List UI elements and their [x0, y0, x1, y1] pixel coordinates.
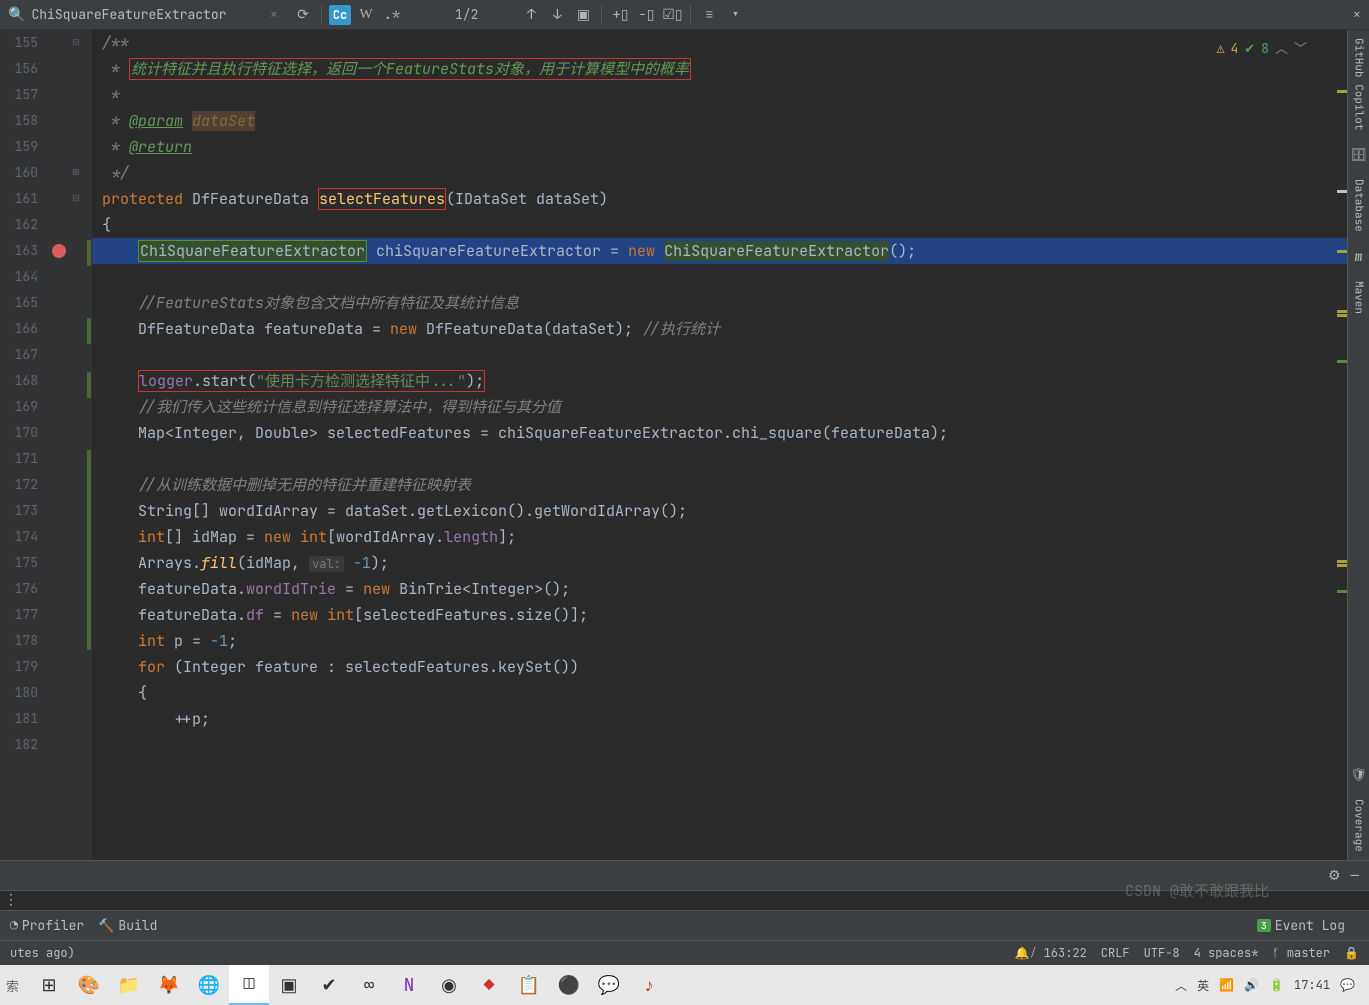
maven-icon[interactable]: m — [1355, 248, 1363, 265]
code-editor[interactable]: ⚠4 ✔8 ︿ ﹀ /** * 统计特征并且执行特征选择，返回一个Feature… — [92, 30, 1347, 860]
right-toolwindow-bar: GitHub Copilot 🗄 Database m Maven 🛡 Cove… — [1347, 30, 1369, 860]
app-wechat[interactable]: 💬 — [589, 965, 629, 1005]
status-left: utes ago) — [10, 945, 75, 961]
bottom-tool-header: ⚙ — — [0, 860, 1369, 890]
event-log-button[interactable]: 3Event Log — [1257, 917, 1345, 934]
taskbar-clock[interactable]: 17:41 — [1294, 978, 1330, 992]
notification-icon[interactable]: 💬 — [1340, 977, 1355, 993]
app-chrome[interactable]: ◉ — [429, 965, 469, 1005]
next-match-icon[interactable]: ↓ — [544, 3, 570, 27]
select-all-icon[interactable]: ▣ — [570, 3, 596, 27]
sidebar-item-database[interactable]: Database — [1352, 171, 1366, 240]
chevron-up-icon[interactable]: ︿ — [1275, 36, 1288, 62]
add-selection-icon[interactable]: +▯ — [607, 3, 633, 27]
gear-icon[interactable]: ⚙ — [1328, 867, 1341, 885]
battery-icon[interactable]: 🔋 — [1269, 977, 1284, 993]
error-stripe[interactable] — [1333, 30, 1347, 860]
show-options-icon[interactable]: ≡ — [696, 3, 722, 27]
words-toggle[interactable]: W — [353, 3, 379, 27]
wifi-icon[interactable]: 📶 — [1219, 977, 1234, 993]
app-netease[interactable]: ♪ — [629, 965, 669, 1005]
cursor-position[interactable]: 163:22 — [1044, 945, 1087, 961]
find-in-file[interactable]: 🔍 ChiSquareFeatureExtractor × — [0, 0, 290, 29]
ime-indicator[interactable]: 英 — [1197, 977, 1209, 994]
app-todo[interactable]: ✔ — [309, 965, 349, 1005]
match-case[interactable]: Cc — [327, 3, 353, 27]
task-view-icon[interactable]: ⊞ — [29, 965, 69, 1005]
app-copilot[interactable]: ∞ — [349, 965, 389, 1005]
search-query: ChiSquareFeatureExtractor — [31, 6, 226, 23]
app-explorer[interactable]: 📁 — [109, 965, 149, 1005]
line-gutter: 1551561571581591601611621631641651661671… — [0, 30, 48, 860]
app-terminal[interactable]: ▣ — [269, 965, 309, 1005]
git-branch[interactable]: ᚶ master — [1272, 945, 1330, 961]
filter-icon[interactable]: ▾ — [722, 3, 748, 27]
app-notepad[interactable]: 📋 — [509, 965, 549, 1005]
chevron-down-icon[interactable]: ﹀ — [1294, 36, 1307, 62]
app-onenote[interactable]: N — [389, 965, 429, 1005]
file-encoding[interactable]: UTF-8 — [1144, 945, 1180, 961]
editor-main: 1551561571581591601611621631641651661671… — [0, 30, 1369, 860]
hammer-icon: 🔨 — [98, 917, 114, 934]
regex-toggle[interactable]: .* — [379, 3, 405, 27]
coverage-icon[interactable]: 🛡 — [1350, 766, 1367, 783]
volume-icon[interactable]: 🔊 — [1244, 977, 1259, 993]
profiler-button[interactable]: ◔Profiler — [10, 917, 84, 934]
app-intellij[interactable]: ◫ — [229, 965, 269, 1005]
match-count: 1/2 — [455, 6, 478, 23]
app-red[interactable]: ◆ — [469, 965, 509, 1005]
minimize-icon[interactable]: — — [1351, 867, 1359, 885]
bottom-toolwindow-bar: ◔Profiler 🔨Build 3Event Log — [0, 910, 1369, 940]
inspection-widget[interactable]: ⚠4 ✔8 ︿ ﹀ — [1217, 36, 1307, 62]
fold-gutter[interactable]: ⊟ ⊞ ⊟ — [70, 30, 86, 860]
indent-setting[interactable]: 4 spaces* — [1194, 945, 1259, 961]
check-icon: ✔ — [1244, 36, 1255, 62]
search-icon: 🔍 — [8, 6, 25, 24]
current-line: ChiSquareFeatureExtractor chiSquareFeatu… — [92, 238, 1347, 264]
system-tray: ︿ 英 📶 🔊 🔋 17:41 💬 — [1175, 977, 1363, 994]
bottom-tool-body: ⋮ — [0, 890, 1369, 910]
prev-match-icon[interactable]: ↑ — [518, 3, 544, 27]
app-paint[interactable]: 🎨 — [69, 965, 109, 1005]
sidebar-item-coverage[interactable]: Coverage — [1352, 791, 1366, 860]
build-button[interactable]: 🔨Build — [98, 917, 157, 934]
app-firefox[interactable]: 🦊 — [149, 965, 189, 1005]
close-search-icon[interactable]: × — [1353, 6, 1361, 24]
remove-selection-icon[interactable]: -▯ — [633, 3, 659, 27]
drag-handle-icon[interactable]: ⋮ — [4, 891, 18, 909]
close-icon[interactable]: × — [270, 6, 278, 24]
sidebar-item-copilot[interactable]: GitHub Copilot — [1352, 30, 1366, 138]
search-history-icon[interactable]: ⟳ — [290, 3, 316, 27]
lock-icon[interactable]: 🔒 — [1344, 945, 1359, 961]
notif-icon[interactable]: 🔔̸ — [1015, 945, 1030, 961]
breakpoint-icon[interactable] — [52, 244, 66, 258]
status-bar: utes ago) 🔔̸ 163:22 CRLF UTF-8 4 spaces*… — [0, 940, 1369, 965]
breakpoint-gutter[interactable] — [48, 30, 70, 860]
app-settings[interactable]: ⚫ — [549, 965, 589, 1005]
profiler-icon: ◔ — [10, 917, 18, 934]
tray-chevron-icon[interactable]: ︿ — [1175, 977, 1187, 994]
warning-icon: ⚠ — [1217, 36, 1225, 62]
sidebar-item-maven[interactable]: Maven — [1352, 273, 1366, 322]
windows-search-text[interactable]: 索 — [6, 976, 19, 995]
windows-taskbar: 索 ⊞ 🎨 📁 🦊 🌐 ◫ ▣ ✔ ∞ N ◉ ◆ 📋 ⚫ 💬 ♪ ︿ 英 📶 … — [0, 965, 1369, 1005]
select-occurrences-icon[interactable]: ☑▯ — [659, 3, 685, 27]
database-icon[interactable]: 🗄 — [1350, 146, 1367, 163]
app-edge[interactable]: 🌐 — [189, 965, 229, 1005]
line-ending[interactable]: CRLF — [1101, 945, 1130, 961]
editor-tabbar: 🔍 ChiSquareFeatureExtractor × ⟳ Cc W .* … — [0, 0, 1369, 30]
